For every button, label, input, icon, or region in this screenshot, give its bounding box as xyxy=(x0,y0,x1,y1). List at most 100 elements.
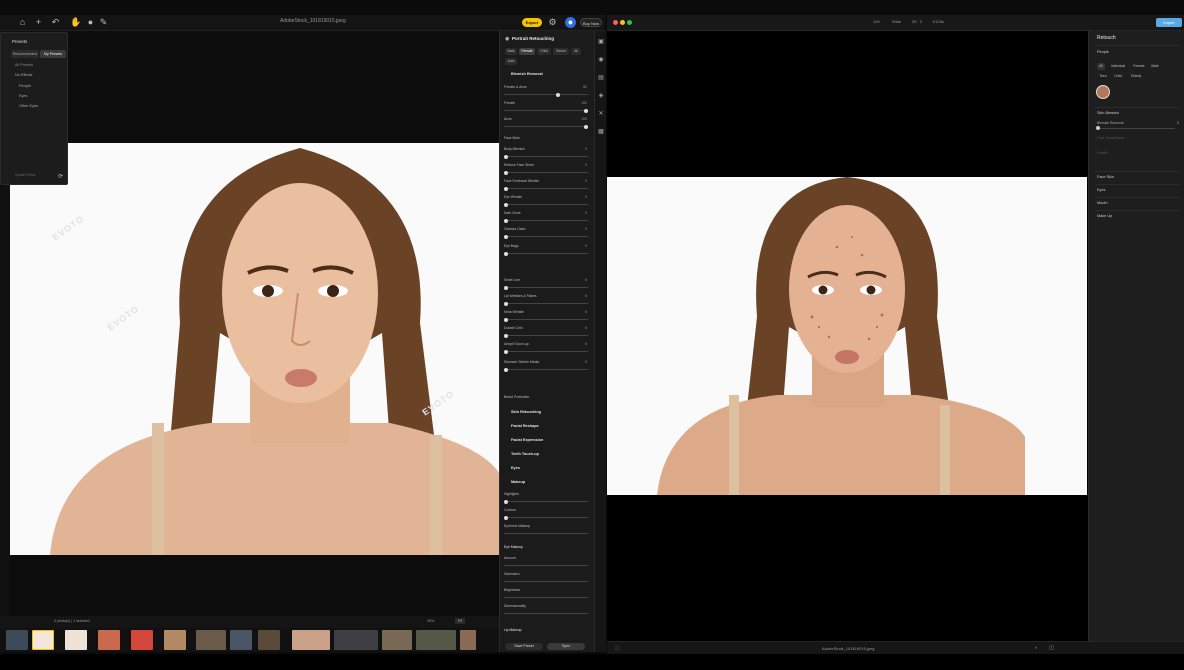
color-icon[interactable]: ◈ xyxy=(598,93,604,99)
thumbnail[interactable] xyxy=(6,630,28,650)
thumbnail[interactable] xyxy=(230,630,252,650)
left-canvas[interactable]: EVOTO EVOTO EVOTO xyxy=(10,31,499,616)
thumbnail[interactable] xyxy=(131,630,153,650)
section-makeup[interactable]: Makeup xyxy=(511,480,525,484)
tab-recommended[interactable]: Recommended xyxy=(11,50,39,58)
pen-icon[interactable]: ✎ xyxy=(98,17,109,28)
chip-teen[interactable]: Teen xyxy=(1097,73,1109,80)
adjust-icon[interactable]: ▤ xyxy=(598,75,604,81)
chip-female[interactable]: Female xyxy=(1131,63,1147,70)
thumbnail[interactable] xyxy=(460,630,476,650)
slider-row[interactable]: Dark Circle 0 xyxy=(504,210,588,226)
retouch-tool-icon[interactable]: ◉ xyxy=(598,57,604,63)
slider-knob[interactable] xyxy=(504,333,508,338)
slider-row[interactable]: Smile Line 0 xyxy=(504,277,588,293)
slider-row[interactable]: Lip Wrinkles & Flakes 0 xyxy=(504,293,588,309)
tab-my-presets[interactable]: My Presets xyxy=(40,50,66,58)
chip-child[interactable]: Child xyxy=(1111,73,1125,80)
slider-row[interactable]: Face Forehead Wrinkle 0 xyxy=(504,178,588,194)
chip-individual[interactable]: Individual xyxy=(1108,63,1128,70)
slider-row[interactable]: Freckle & Acne 82 xyxy=(504,84,588,100)
thumbnail[interactable] xyxy=(258,630,280,650)
slider-row[interactable]: Glasses Glare 0 xyxy=(504,226,588,242)
blemish-slider-knob[interactable] xyxy=(1096,126,1100,130)
zoom-dot[interactable] xyxy=(627,20,632,25)
slider-row[interactable]: Brightness xyxy=(504,587,588,603)
slider-row[interactable]: Acne 100 xyxy=(504,116,588,132)
crop-icon[interactable]: ✕ xyxy=(598,111,604,117)
hand-icon[interactable]: ✋ xyxy=(70,17,81,28)
zoom-level[interactable]: 30% xyxy=(427,619,434,623)
export-button[interactable]: Export xyxy=(522,18,542,27)
thumbnail[interactable] xyxy=(32,630,54,650)
section-teeth-touch-up[interactable]: Teeth Touch-up xyxy=(511,452,539,456)
refresh-icon[interactable]: ⟳ xyxy=(58,173,63,180)
thumbnail[interactable] xyxy=(196,630,226,650)
undo-icon[interactable]: ↶ xyxy=(50,17,61,28)
slider-row[interactable]: Saturation xyxy=(504,571,588,587)
thumbnail[interactable] xyxy=(98,630,120,650)
preset-item[interactable]: No Effects xyxy=(15,73,32,77)
slider-knob[interactable] xyxy=(584,108,588,113)
slider-row[interactable]: Eyebrow Makeup xyxy=(504,523,588,539)
settings-icon[interactable]: ⚙ xyxy=(547,17,558,28)
section-facial-expression[interactable]: Facial Expression xyxy=(511,438,543,442)
chip-elderly[interactable]: Elderly xyxy=(1127,73,1145,80)
preset-item[interactable]: Eyes xyxy=(19,94,27,98)
preset-item[interactable]: Other Eyes xyxy=(19,104,38,108)
slider-row[interactable]: Eye Bags 0 xyxy=(504,243,588,259)
slider-knob[interactable] xyxy=(504,499,508,504)
chat-icon[interactable]: ▣ xyxy=(598,39,604,45)
slider-knob[interactable] xyxy=(504,317,508,322)
slider-row[interactable]: Contour xyxy=(504,507,588,523)
slider-knob[interactable] xyxy=(504,367,508,372)
slider-row[interactable]: Double Chin 0 xyxy=(504,325,588,341)
toggle-row[interactable]: Beard Protection xyxy=(504,394,588,410)
slider-row[interactable]: Armpit Touch-up 0 xyxy=(504,341,588,357)
slider-knob[interactable] xyxy=(504,202,508,207)
slider-knob[interactable] xyxy=(556,92,560,97)
slider-row[interactable]: Dimensionality xyxy=(504,603,588,619)
makeup-section[interactable]: Make Up xyxy=(1097,214,1112,218)
close-dot[interactable] xyxy=(613,20,618,25)
preset-item[interactable]: People xyxy=(19,84,31,88)
slider-knob[interactable] xyxy=(504,186,508,191)
slider-row[interactable]: Highlights xyxy=(504,491,588,507)
slider-row[interactable]: Neck Wrinkle 0 xyxy=(504,309,588,325)
add-icon[interactable]: + xyxy=(33,17,44,28)
slider-knob[interactable] xyxy=(504,301,508,306)
chip-senior[interactable]: Senior xyxy=(553,48,569,55)
minimize-dot[interactable] xyxy=(620,20,625,25)
import-button[interactable]: Import xyxy=(1156,18,1182,27)
slider-knob[interactable] xyxy=(584,124,588,129)
sync-button[interactable]: Sync xyxy=(547,643,585,650)
slider-row[interactable]: Freckle 100 xyxy=(504,100,588,116)
thumbnail[interactable] xyxy=(382,630,412,650)
compare-icon[interactable]: ◫ xyxy=(1049,645,1054,651)
section-blemish-removal[interactable]: Blemish Removal xyxy=(511,72,543,76)
slider-row[interactable]: Stomach Stretch Marks 0 xyxy=(504,359,588,375)
chip-child[interactable]: Child xyxy=(537,48,551,55)
slider-row[interactable]: Eye Wrinkle 0 xyxy=(504,194,588,210)
eyes-section[interactable]: Eyes xyxy=(1097,188,1105,192)
view-mode-icon[interactable]: ◐ xyxy=(1035,645,1038,651)
blemish-slider-track[interactable] xyxy=(1097,128,1175,129)
chip-male[interactable]: Male xyxy=(1150,63,1160,70)
section-skin-retouching[interactable]: Skin Retouching xyxy=(511,410,541,414)
slider-knob[interactable] xyxy=(504,251,508,256)
camera-icon[interactable]: ▦ xyxy=(598,129,604,135)
skin-blemish-section[interactable]: Skin Blemish xyxy=(1097,111,1119,115)
buy-button[interactable]: Buy Now xyxy=(580,18,602,27)
slider-row[interactable]: Amount xyxy=(504,555,588,571)
slider-knob[interactable] xyxy=(504,218,508,223)
section-facial-reshape[interactable]: Facial Reshape xyxy=(511,424,539,428)
chip-auto[interactable]: Auto xyxy=(505,58,517,65)
slider-knob[interactable] xyxy=(504,515,508,520)
slider-knob[interactable] xyxy=(504,170,508,175)
profile-icon[interactable]: ● xyxy=(565,17,576,28)
fit-button[interactable]: Fit xyxy=(455,618,465,624)
face-skin-section[interactable]: Face Skin xyxy=(1097,175,1114,179)
home-icon[interactable]: ⌂ xyxy=(17,17,28,28)
info-icon[interactable]: ⓘ xyxy=(615,645,620,652)
slider-row[interactable]: Body Blemish 0 xyxy=(504,146,588,162)
